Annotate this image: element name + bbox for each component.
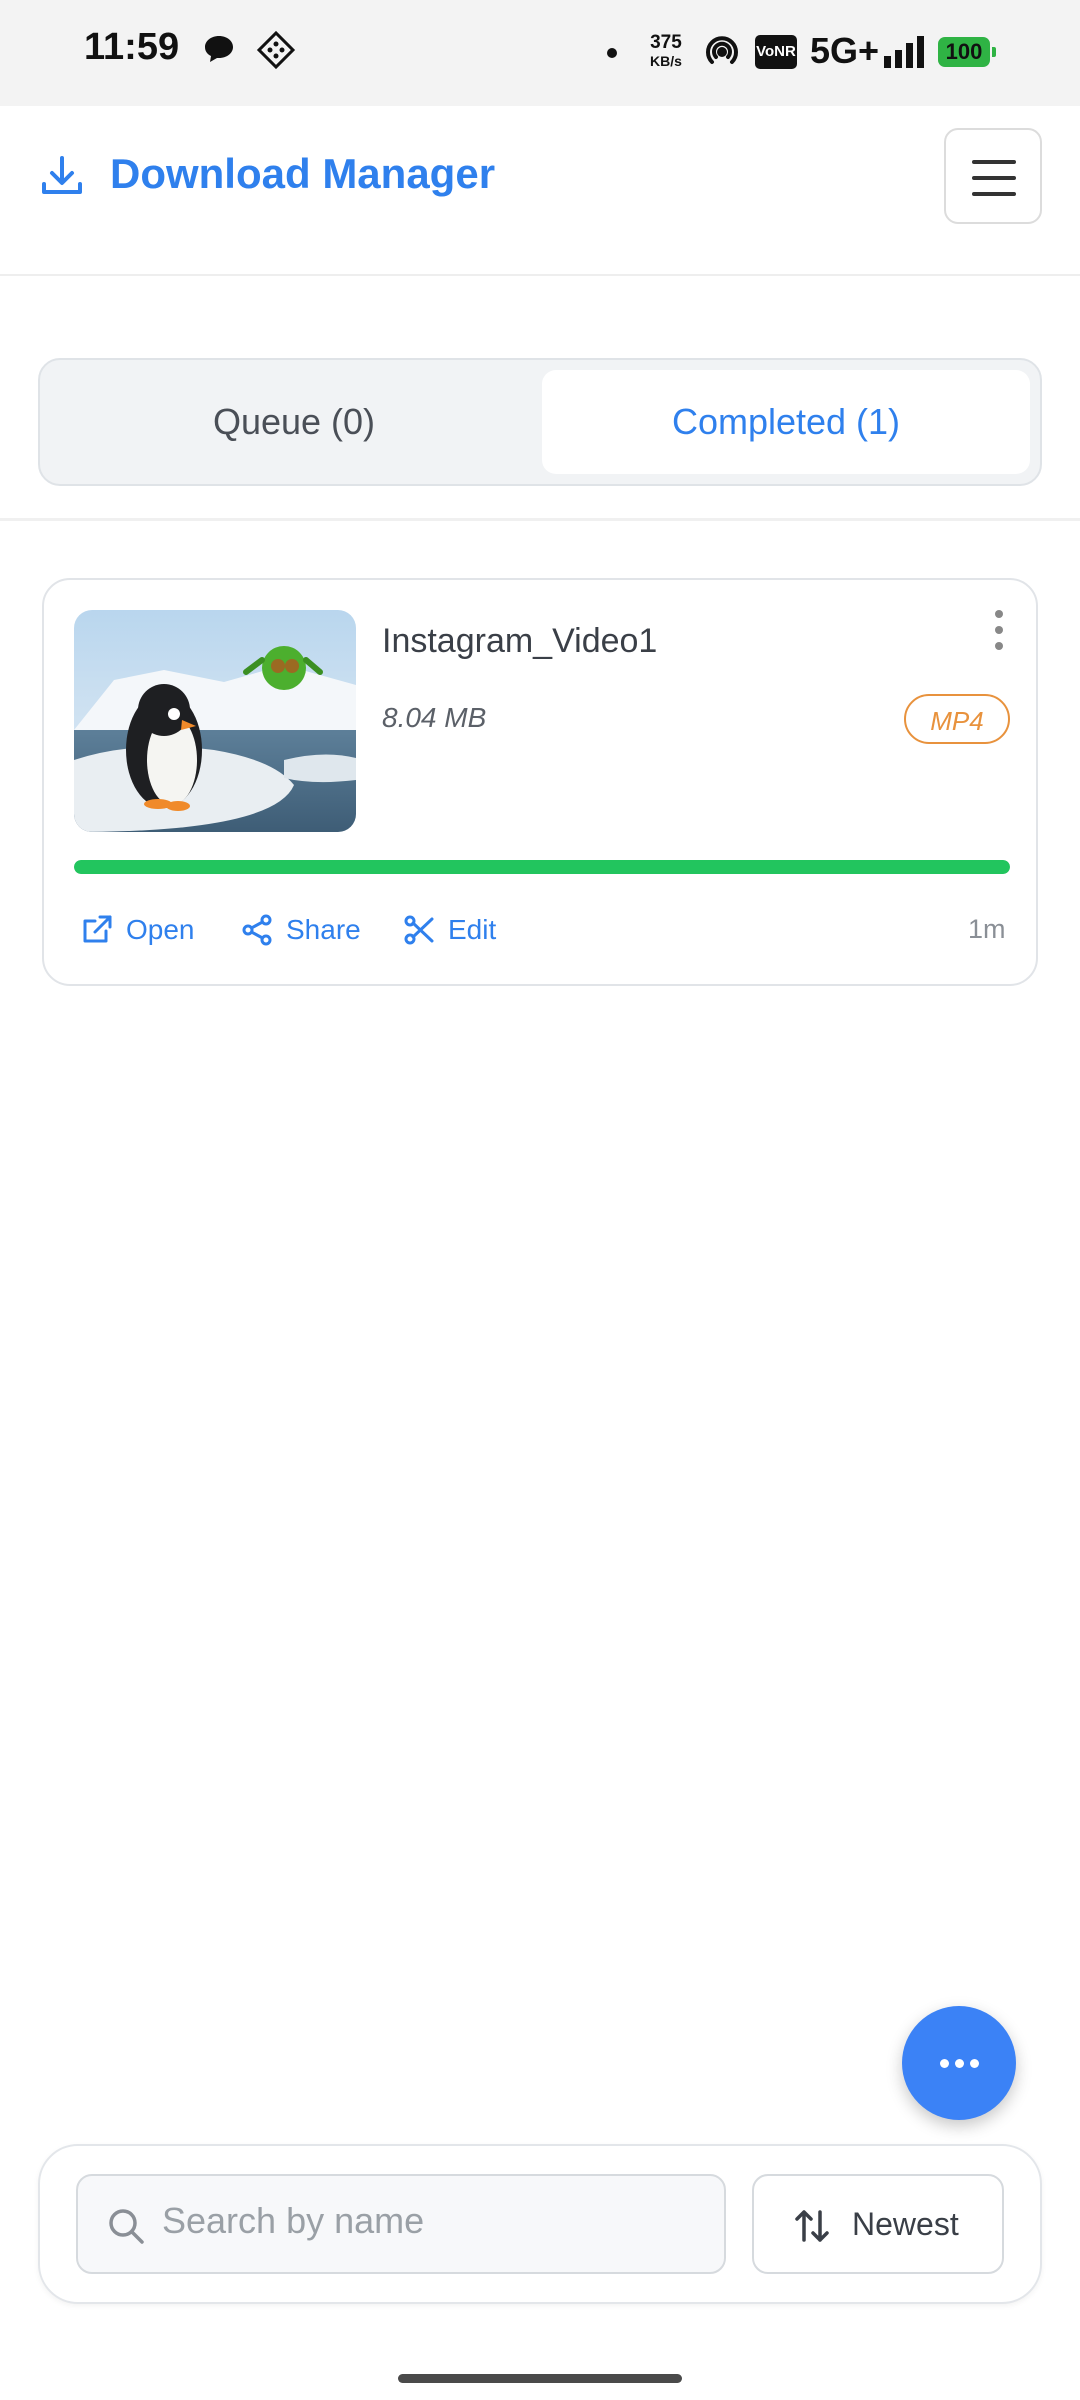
app-header: Download Manager <box>0 106 1080 276</box>
dots-icon <box>940 2059 949 2068</box>
hamburger-line <box>972 176 1016 180</box>
status-time: 11:59 <box>84 26 180 68</box>
open-button[interactable]: Open <box>80 908 195 952</box>
format-badge: MP4 <box>904 694 1010 744</box>
file-size: 8.04 MB <box>382 702 487 733</box>
dot <box>955 2059 964 2068</box>
external-link-icon <box>83 915 112 943</box>
status-bar: 11:59 375 KB/s VoNR 5G+ 100 <box>0 0 1080 106</box>
hamburger-line <box>972 192 1016 196</box>
scissors-icon <box>404 915 434 945</box>
time-ago: 1m <box>968 914 1006 944</box>
hamburger-icon <box>972 160 1016 164</box>
progress-fill <box>74 860 1010 874</box>
open-label: Open <box>126 914 195 945</box>
sort-arrows-icon <box>792 2206 832 2251</box>
more-actions-fab[interactable] <box>902 2006 1016 2120</box>
bottom-toolbar: Search by name Newest <box>38 2144 1042 2304</box>
sort-label: Newest <box>852 2206 959 2242</box>
signal-icon <box>882 34 926 75</box>
network-speed: 375 KB/s <box>650 32 682 70</box>
notification-dot-icon <box>607 48 617 58</box>
hotspot-icon <box>700 30 744 79</box>
menu-button[interactable] <box>944 128 1042 224</box>
chat-bubble-icon <box>200 30 238 73</box>
battery-icon: 100 <box>938 37 996 67</box>
page-title: Download Manager <box>110 150 496 197</box>
download-progress-bar <box>74 860 1010 874</box>
share-icon <box>242 914 272 946</box>
search-placeholder: Search by name <box>162 2200 425 2241</box>
file-name: Instagram_Video1 <box>382 622 658 660</box>
section-divider <box>0 518 1080 521</box>
dot <box>970 2059 979 2068</box>
share-label: Share <box>286 914 361 945</box>
search-input[interactable]: Search by name <box>76 2174 726 2274</box>
edit-button[interactable]: Edit <box>402 908 496 952</box>
video-thumbnail[interactable] <box>74 610 356 832</box>
download-icon <box>38 152 86 205</box>
vonr-badge: VoNR <box>755 35 797 69</box>
speed-unit: KB/s <box>650 53 682 69</box>
more-options-icon[interactable] <box>984 608 1014 658</box>
edit-label: Edit <box>448 914 497 945</box>
network-type: 5G+ <box>810 30 880 71</box>
share-button[interactable]: Share <box>240 908 361 952</box>
sort-button[interactable]: Newest <box>752 2174 1004 2274</box>
app-diamond-icon <box>256 30 296 75</box>
search-icon <box>106 2206 146 2251</box>
tab-completed[interactable]: Completed (1) <box>542 370 1030 474</box>
home-indicator[interactable] <box>398 2374 682 2383</box>
download-card[interactable]: Instagram_Video1 8.04 MB MP4 Open Share … <box>42 578 1038 986</box>
speed-value: 375 <box>650 32 682 53</box>
download-tabs: Queue (0) Completed (1) <box>38 358 1042 486</box>
tab-queue[interactable]: Queue (0) <box>50 370 538 474</box>
